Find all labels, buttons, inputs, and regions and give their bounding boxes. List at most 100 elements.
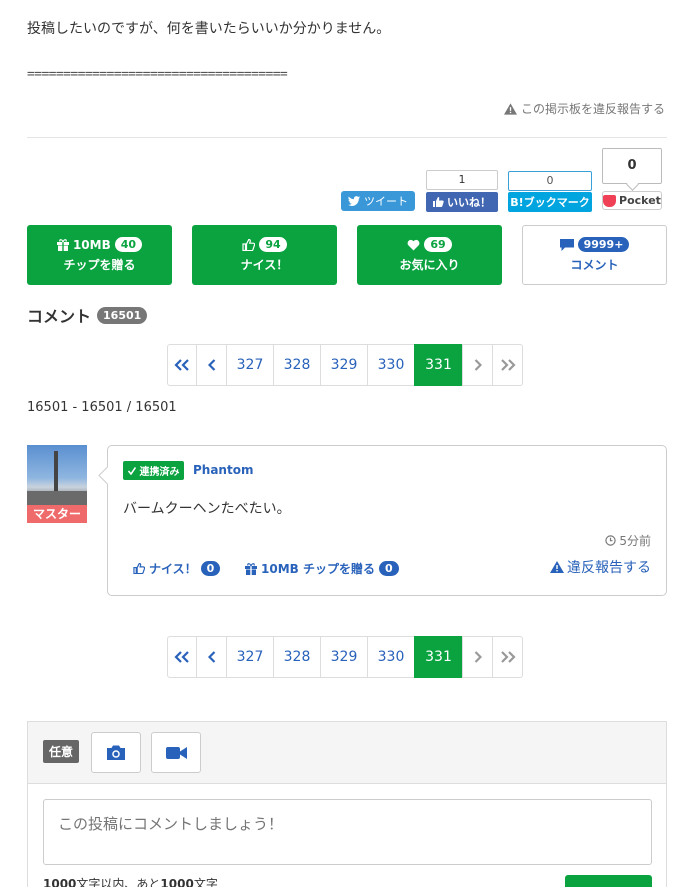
tweet-button[interactable]: ツイート — [341, 191, 415, 211]
comment-form: 任意 1000文字以内、あと1000文字 — [27, 721, 667, 887]
page-link-328[interactable]: 328 — [273, 344, 321, 386]
chip-count-badge: 40 — [114, 237, 143, 252]
pocket-label: Pocket — [619, 194, 661, 207]
page-link-330[interactable]: 330 — [367, 344, 415, 386]
char-limit-text: 1000文字以内、あと1000文字 — [43, 875, 218, 887]
pocket-count: 0 — [602, 148, 662, 184]
chip-size: 10MB — [72, 237, 111, 252]
comment-label: コメント — [570, 258, 619, 272]
comment-chip-count: 0 — [378, 561, 399, 576]
pocket-widget[interactable]: 0 Pocket — [602, 148, 662, 212]
comment-nice-count: 0 — [200, 561, 221, 576]
chevron-left-icon — [207, 651, 215, 663]
comment-nice-label: ナイス！ — [149, 562, 197, 576]
gift-icon — [245, 562, 257, 575]
comment-button[interactable]: 9999+ コメント — [522, 225, 667, 285]
double-chevron-right-icon — [500, 359, 516, 371]
char-limit-max: 1000 — [43, 877, 77, 887]
first-page-button[interactable] — [167, 344, 197, 386]
twitter-icon — [348, 196, 360, 206]
next-page-button[interactable] — [462, 636, 493, 678]
check-icon — [127, 467, 137, 476]
pagination-top: 327 328 329 330 331 — [167, 344, 523, 386]
camera-icon — [107, 745, 125, 760]
page-link-327[interactable]: 327 — [226, 636, 274, 678]
comment-report-label: 違反報告する — [567, 560, 651, 576]
comment-chip-label: 10MB チップを贈る — [261, 562, 375, 576]
video-icon — [165, 746, 187, 759]
prev-page-button[interactable] — [196, 636, 227, 678]
thumbs-up-icon — [133, 563, 145, 574]
double-chevron-right-icon — [500, 651, 516, 663]
page-link-331-current[interactable]: 331 — [414, 636, 463, 678]
facebook-like-count: 1 — [426, 170, 498, 190]
nice-label: ナイス！ — [240, 258, 289, 272]
first-page-button[interactable] — [167, 636, 197, 678]
post-text: 投稿したいのですが、何を書いたらいいか分かりません。 — [27, 21, 391, 37]
divider — [27, 137, 667, 138]
char-limit-mid: 文字以内、あと — [76, 877, 161, 887]
comment-count-badge: 9999+ — [577, 237, 630, 252]
send-chip-button[interactable]: 10MB 40 チップを贈る — [27, 225, 172, 285]
optional-badge: 任意 — [43, 740, 80, 763]
facebook-like-widget[interactable]: 1 いいね！ — [426, 170, 498, 212]
timestamp-text: 5分前 — [619, 534, 651, 548]
page-link-327[interactable]: 327 — [226, 344, 274, 386]
char-limit-remaining: 1000 — [160, 877, 194, 887]
tweet-label: ツイート — [364, 195, 408, 208]
gift-icon — [56, 238, 69, 251]
prev-page-button[interactable] — [196, 344, 227, 386]
heart-icon — [407, 239, 420, 250]
facebook-like-button[interactable]: いいね！ — [426, 192, 498, 212]
thumbs-up-icon — [433, 197, 444, 207]
warning-icon — [550, 561, 564, 573]
page-link-328[interactable]: 328 — [273, 636, 321, 678]
comment-report-link[interactable]: 違反報告する — [550, 557, 651, 577]
avatar[interactable]: マスター — [27, 445, 87, 523]
chip-label: チップを贈る — [63, 258, 136, 272]
page-link-331-current[interactable]: 331 — [414, 344, 463, 386]
pagination-bottom: 327 328 329 330 331 — [167, 636, 523, 678]
favorite-count-badge: 69 — [424, 237, 452, 252]
next-page-button[interactable] — [462, 344, 493, 386]
separator-text: ==================================== — [27, 67, 288, 82]
facebook-like-label: いいね！ — [447, 196, 491, 209]
report-board-link[interactable]: この掲示板を違反報告する — [503, 100, 665, 117]
page-link-330[interactable]: 330 — [367, 636, 415, 678]
chevron-left-icon — [207, 359, 215, 371]
comment-chip-button[interactable]: 10MB チップを贈る 0 — [245, 560, 399, 577]
nice-count-badge: 94 — [259, 237, 287, 252]
comment-body: バームクーヘンたべたい。 — [123, 501, 291, 517]
verified-label: 連携済み — [139, 467, 180, 478]
submit-button[interactable] — [565, 875, 652, 887]
report-board-label: この掲示板を違反報告する — [520, 102, 665, 116]
thumbs-up-icon — [242, 238, 256, 251]
page-link-329[interactable]: 329 — [320, 636, 368, 678]
favorite-label: お気に入り — [399, 258, 460, 272]
char-limit-suffix: 文字 — [193, 877, 218, 887]
chevron-right-icon — [474, 651, 482, 663]
comment-timestamp: 5分前 — [605, 532, 651, 549]
add-photo-button[interactable] — [91, 732, 141, 773]
nice-button[interactable]: 94 ナイス！ — [192, 225, 337, 285]
form-toolbar: 任意 — [28, 722, 666, 784]
comment-nice-button[interactable]: ナイス！ 0 — [133, 560, 221, 577]
pocket-button[interactable]: Pocket — [602, 191, 662, 210]
last-page-button[interactable] — [492, 344, 523, 386]
last-page-button[interactable] — [492, 636, 523, 678]
comment-range-text: 16501 - 16501 / 16501 — [27, 400, 177, 415]
username-link[interactable]: Phantom — [193, 463, 253, 477]
favorite-button[interactable]: 69 お気に入り — [357, 225, 502, 285]
pocket-icon — [603, 194, 617, 207]
comments-title: コメント — [27, 307, 92, 326]
add-video-button[interactable] — [151, 732, 201, 773]
hatena-bookmark-button[interactable]: B!ブックマーク — [508, 192, 592, 212]
hatena-bookmark-widget[interactable]: 0 B!ブックマーク — [508, 171, 592, 212]
comment-input[interactable] — [43, 799, 652, 865]
hatena-bookmark-count: 0 — [508, 171, 592, 191]
page-link-329[interactable]: 329 — [320, 344, 368, 386]
verified-badge: 連携済み — [123, 461, 185, 480]
comments-count-badge: 16501 — [97, 306, 148, 324]
comments-heading: コメント 16501 — [27, 303, 148, 327]
master-tag: マスター — [27, 505, 87, 523]
